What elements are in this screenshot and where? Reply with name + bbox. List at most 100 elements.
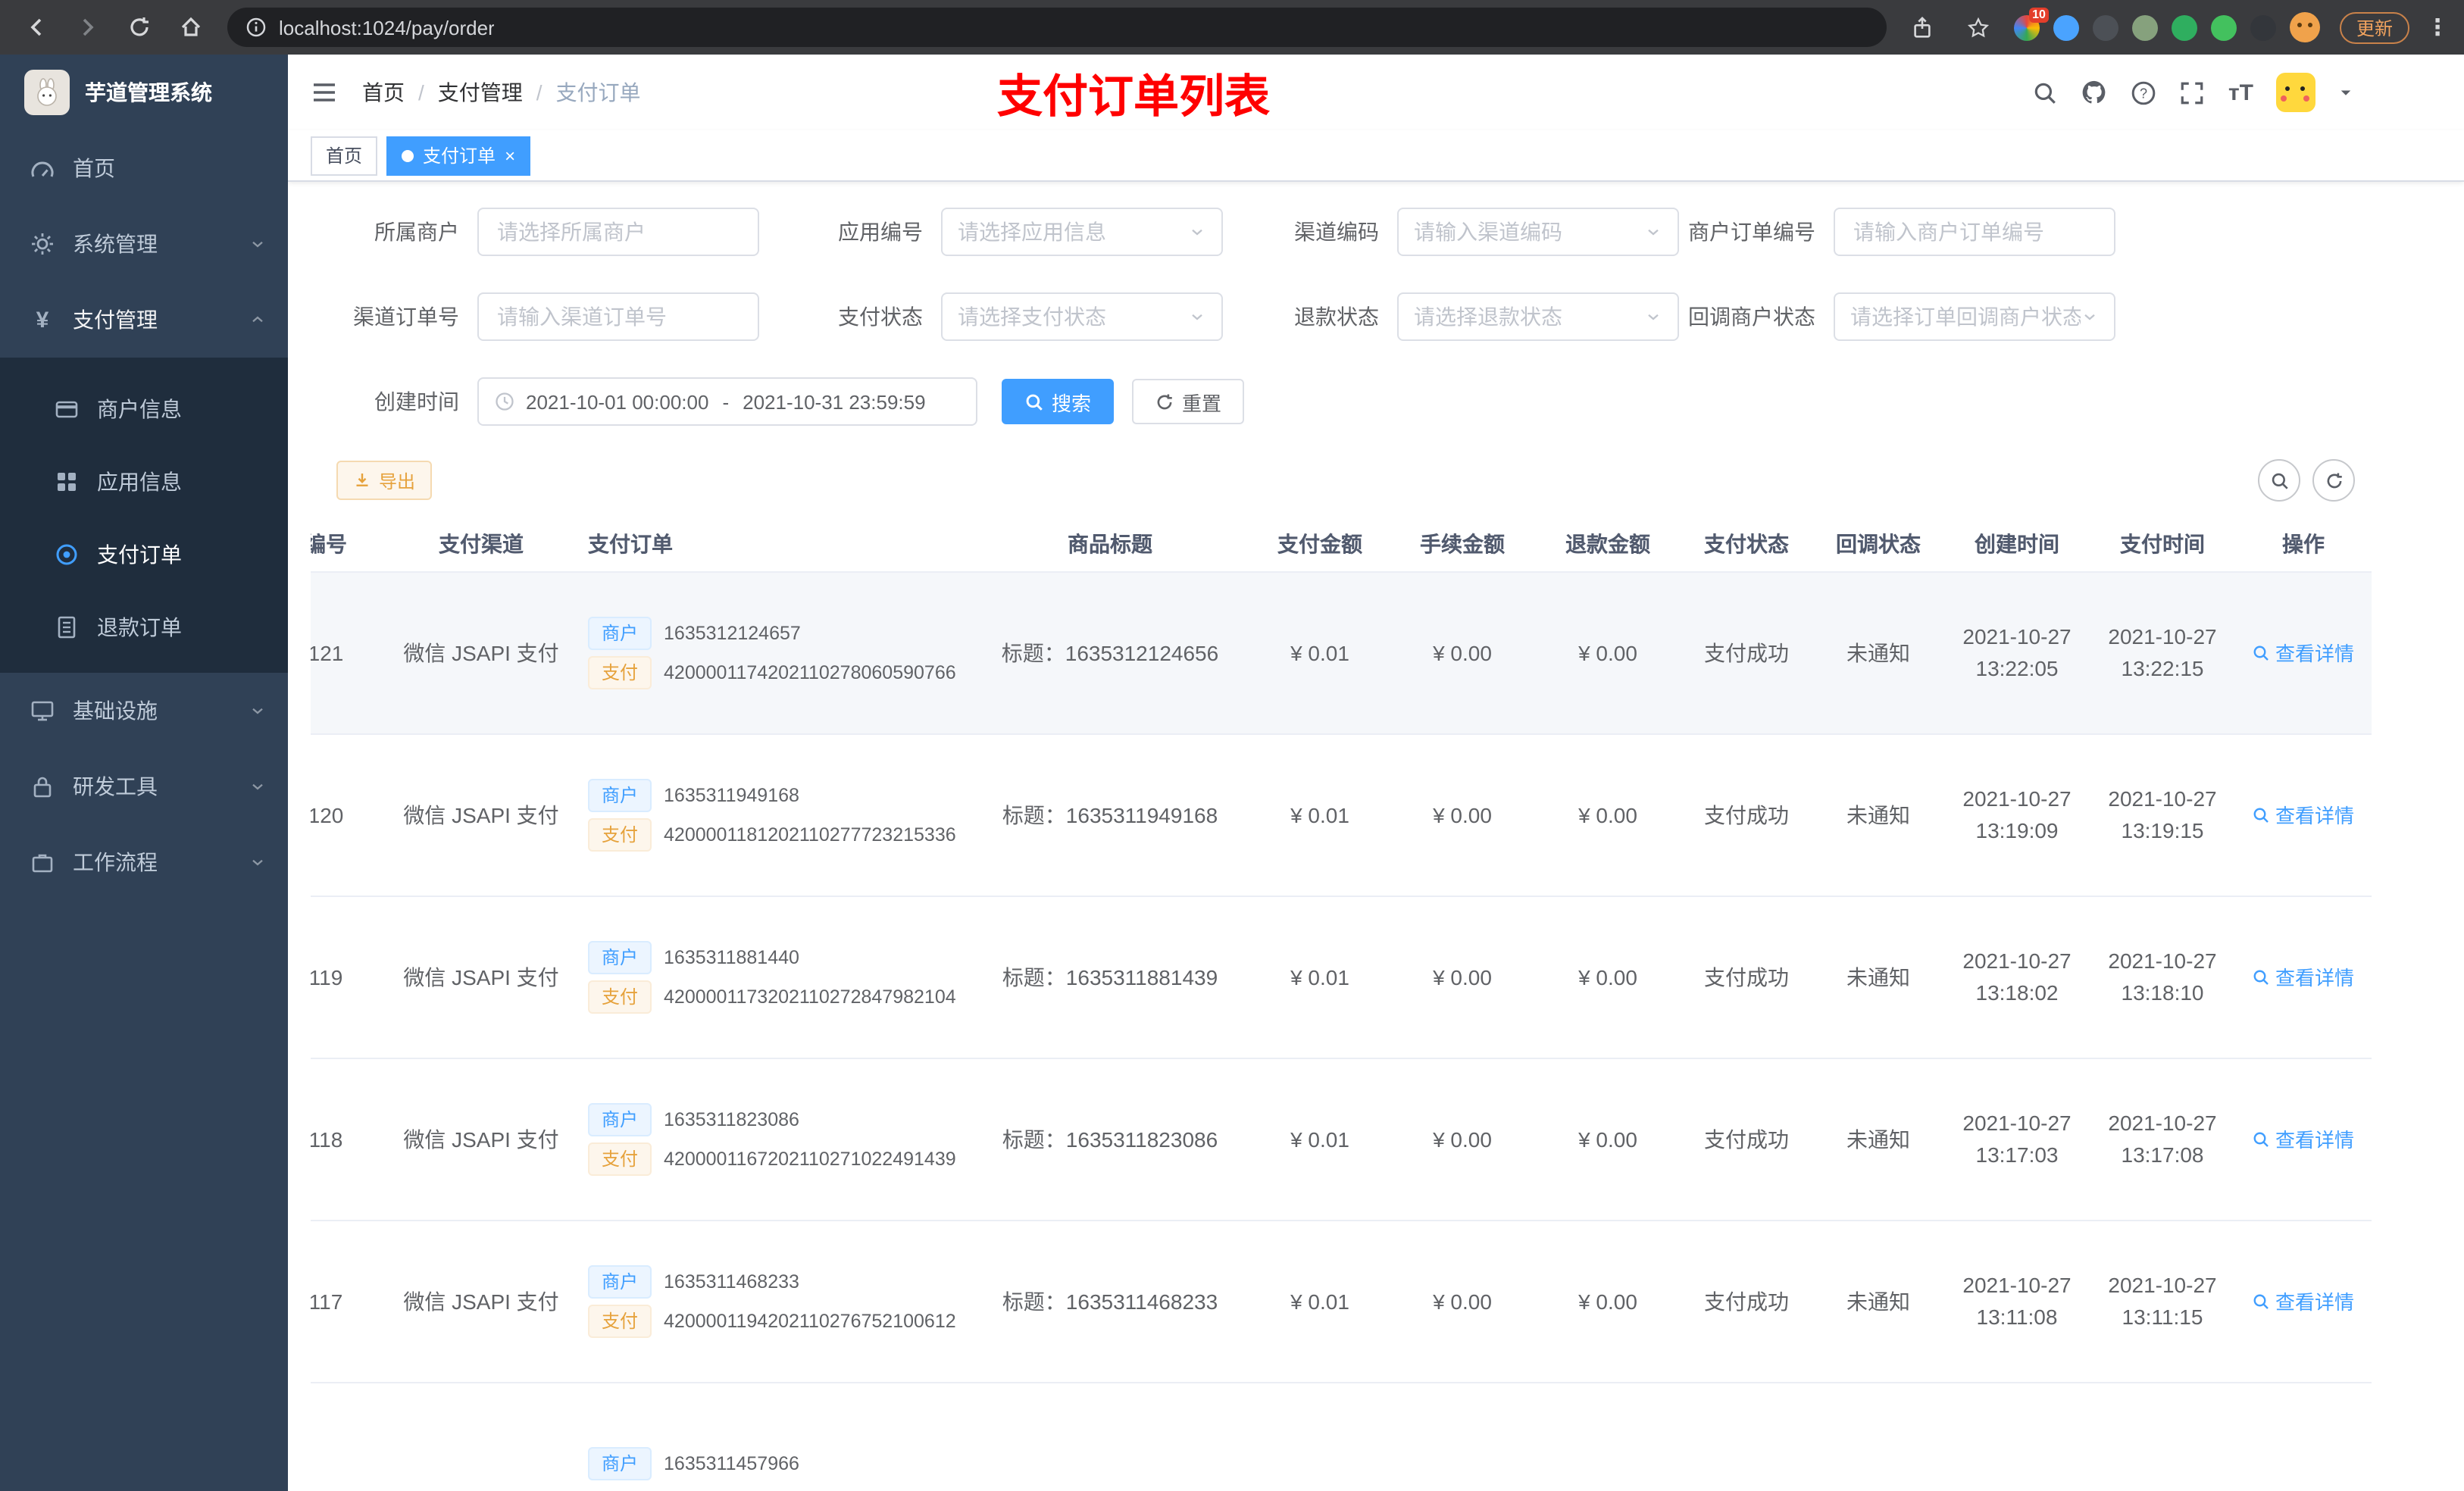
export-button[interactable]: 导出 bbox=[336, 461, 433, 500]
bookmark-star-icon[interactable] bbox=[1958, 6, 2000, 48]
url-bar[interactable]: localhost:1024/pay/order bbox=[227, 8, 1887, 47]
channel-order-no-input[interactable] bbox=[477, 292, 759, 341]
extension-icon-6[interactable] bbox=[2210, 14, 2237, 40]
pay-tag: 支付 bbox=[588, 817, 652, 851]
forward-button[interactable] bbox=[67, 6, 109, 48]
reset-button[interactable]: 重置 bbox=[1132, 379, 1245, 424]
sidebar-item-payment[interactable]: ¥ 支付管理 bbox=[0, 282, 288, 358]
refund-status-select[interactable]: 请选择退款状态 bbox=[1397, 292, 1679, 341]
download-icon bbox=[356, 474, 368, 486]
browser-profile-avatar[interactable] bbox=[2289, 12, 2320, 42]
browser-menu-icon[interactable]: ⋮ bbox=[2426, 14, 2449, 41]
action-cell: 查看详情 bbox=[2235, 896, 2372, 1058]
order-number: 1635312124657 bbox=[664, 622, 801, 643]
sidebar-item-pay-order[interactable]: 支付订单 bbox=[0, 518, 288, 591]
pay-status-cell bbox=[1681, 1382, 1812, 1491]
sidebar-item-system[interactable]: 系统管理 bbox=[0, 206, 288, 282]
refresh-table-button[interactable] bbox=[2312, 459, 2355, 502]
view-detail-label: 查看详情 bbox=[2275, 805, 2354, 827]
view-detail-link[interactable]: 查看详情 bbox=[2253, 962, 2354, 991]
merchant-input-field[interactable] bbox=[494, 218, 743, 245]
pay-channel-cell: 微信 JSAPI 支付 bbox=[386, 1058, 576, 1221]
table-row: 121 微信 JSAPI 支付 商户 1635312124657 支付 420000117… bbox=[311, 571, 2372, 734]
column-header: 手续金额 bbox=[1390, 517, 1535, 572]
browser-chrome: localhost:1024/pay/order 10 更新 ⋮ bbox=[0, 0, 2464, 55]
sidebar-item-home[interactable]: 首页 bbox=[0, 130, 288, 206]
sidebar-item-infrastructure[interactable]: 基础设施 bbox=[0, 673, 288, 749]
product-title-cell: 标题：1635311468233 bbox=[970, 1220, 1250, 1383]
chevron-down-icon bbox=[1188, 308, 1206, 326]
view-detail-link[interactable]: 查看详情 bbox=[2253, 638, 2354, 667]
breadcrumb-home[interactable]: 首页 bbox=[362, 77, 405, 108]
back-button[interactable] bbox=[15, 6, 58, 48]
action-cell: 查看详情 bbox=[2235, 733, 2372, 896]
extension-icon-4[interactable] bbox=[2131, 14, 2158, 40]
search-button[interactable]: 搜索 bbox=[1002, 379, 1115, 424]
pay-amount-cell: ¥ 0.01 bbox=[1250, 896, 1390, 1058]
home-button[interactable] bbox=[170, 6, 212, 48]
search-icon[interactable] bbox=[2033, 80, 2059, 105]
pay-status-cell: 支付成功 bbox=[1681, 896, 1812, 1058]
notify-status-select[interactable]: 请选择订单回调商户状态 bbox=[1834, 292, 2115, 341]
clock-icon bbox=[494, 391, 515, 412]
toggle-search-button[interactable] bbox=[2258, 459, 2300, 502]
refund-status-label: 退款状态 bbox=[1294, 305, 1379, 329]
order-number: 1635311457966 bbox=[664, 1452, 799, 1474]
browser-update-button[interactable]: 更新 bbox=[2339, 11, 2409, 43]
merchant-order-no-input[interactable] bbox=[1834, 208, 2115, 256]
view-detail-link[interactable]: 查看详情 bbox=[2253, 800, 2354, 829]
pay-status-select[interactable]: 请选择支付状态 bbox=[941, 292, 1223, 341]
share-icon[interactable] bbox=[1902, 6, 1944, 48]
extension-icon-3[interactable] bbox=[2092, 14, 2118, 40]
extension-icon-1[interactable]: 10 bbox=[2013, 7, 2049, 40]
merchant-input[interactable] bbox=[477, 208, 759, 256]
notify-status-cell: 未通知 bbox=[1812, 571, 1944, 734]
view-detail-label: 查看详情 bbox=[2275, 642, 2354, 665]
app-no-select[interactable]: 请选择应用信息 bbox=[941, 208, 1223, 256]
sidebar-item-devtools[interactable]: 研发工具 bbox=[0, 749, 288, 824]
create-time-range-picker[interactable]: 2021-10-01 00:00:00 - 2021-10-31 23:59:5… bbox=[477, 377, 977, 426]
sidebar-item-workflow[interactable]: 工作流程 bbox=[0, 824, 288, 900]
channel-order-no-field[interactable] bbox=[494, 303, 743, 330]
github-icon[interactable] bbox=[2081, 79, 2109, 106]
grid-icon bbox=[55, 470, 79, 494]
extension-icon-2[interactable] bbox=[2053, 14, 2079, 40]
sidebar-item-app-info[interactable]: 应用信息 bbox=[0, 445, 288, 518]
tab-pay-order[interactable]: 支付订单 × bbox=[386, 136, 531, 175]
font-size-icon[interactable]: тT bbox=[2228, 80, 2253, 105]
search-icon bbox=[2254, 1131, 2269, 1146]
pay-order-cell: 商户 1635311881440 支付 42000011732021102728479… bbox=[576, 896, 970, 1058]
view-detail-link[interactable]: 查看详情 bbox=[2253, 1124, 2354, 1153]
tab-home[interactable]: 首页 bbox=[311, 136, 378, 175]
hamburger-icon[interactable] bbox=[311, 79, 338, 106]
monitor-icon bbox=[30, 699, 55, 723]
column-header: 商品标题 bbox=[970, 517, 1250, 572]
avatar[interactable] bbox=[2276, 73, 2315, 112]
sidebar-item-label: 首页 bbox=[73, 156, 115, 180]
order-id-cell: 121 bbox=[311, 571, 386, 734]
merchant-order-no-field[interactable] bbox=[1850, 218, 2099, 245]
fullscreen-icon[interactable] bbox=[2180, 80, 2206, 105]
table-row: 商户 1635311457966 bbox=[311, 1382, 2372, 1491]
reload-button[interactable] bbox=[118, 6, 161, 48]
column-header: 操作 bbox=[2235, 517, 2372, 572]
site-info-icon[interactable] bbox=[245, 17, 267, 38]
product-title-cell: 标题：1635311949168 bbox=[970, 733, 1250, 896]
view-detail-link[interactable]: 查看详情 bbox=[2253, 1286, 2354, 1315]
sidebar-item-refund-order[interactable]: 退款订单 bbox=[0, 591, 288, 664]
close-icon[interactable]: × bbox=[505, 146, 515, 164]
sidebar-item-merchant-info[interactable]: 商户信息 bbox=[0, 373, 288, 445]
extension-icon-5[interactable] bbox=[2171, 14, 2197, 40]
search-icon bbox=[2254, 1293, 2269, 1308]
help-icon[interactable]: ? bbox=[2131, 80, 2157, 105]
pay-tag: 支付 bbox=[588, 980, 652, 1013]
channel-code-select[interactable]: 请输入渠道编码 bbox=[1397, 208, 1679, 256]
pay-amount-cell bbox=[1250, 1382, 1390, 1491]
caret-down-icon[interactable] bbox=[2338, 85, 2353, 100]
action-cell: 查看详情 bbox=[2235, 1058, 2372, 1221]
order-id-cell: 120 bbox=[311, 733, 386, 896]
pay-status-cell: 支付成功 bbox=[1681, 571, 1812, 734]
breadcrumb-section[interactable]: 支付管理 bbox=[438, 77, 523, 108]
extensions-puzzle-icon[interactable] bbox=[2250, 14, 2276, 40]
create-time-cell bbox=[1944, 1382, 2090, 1491]
